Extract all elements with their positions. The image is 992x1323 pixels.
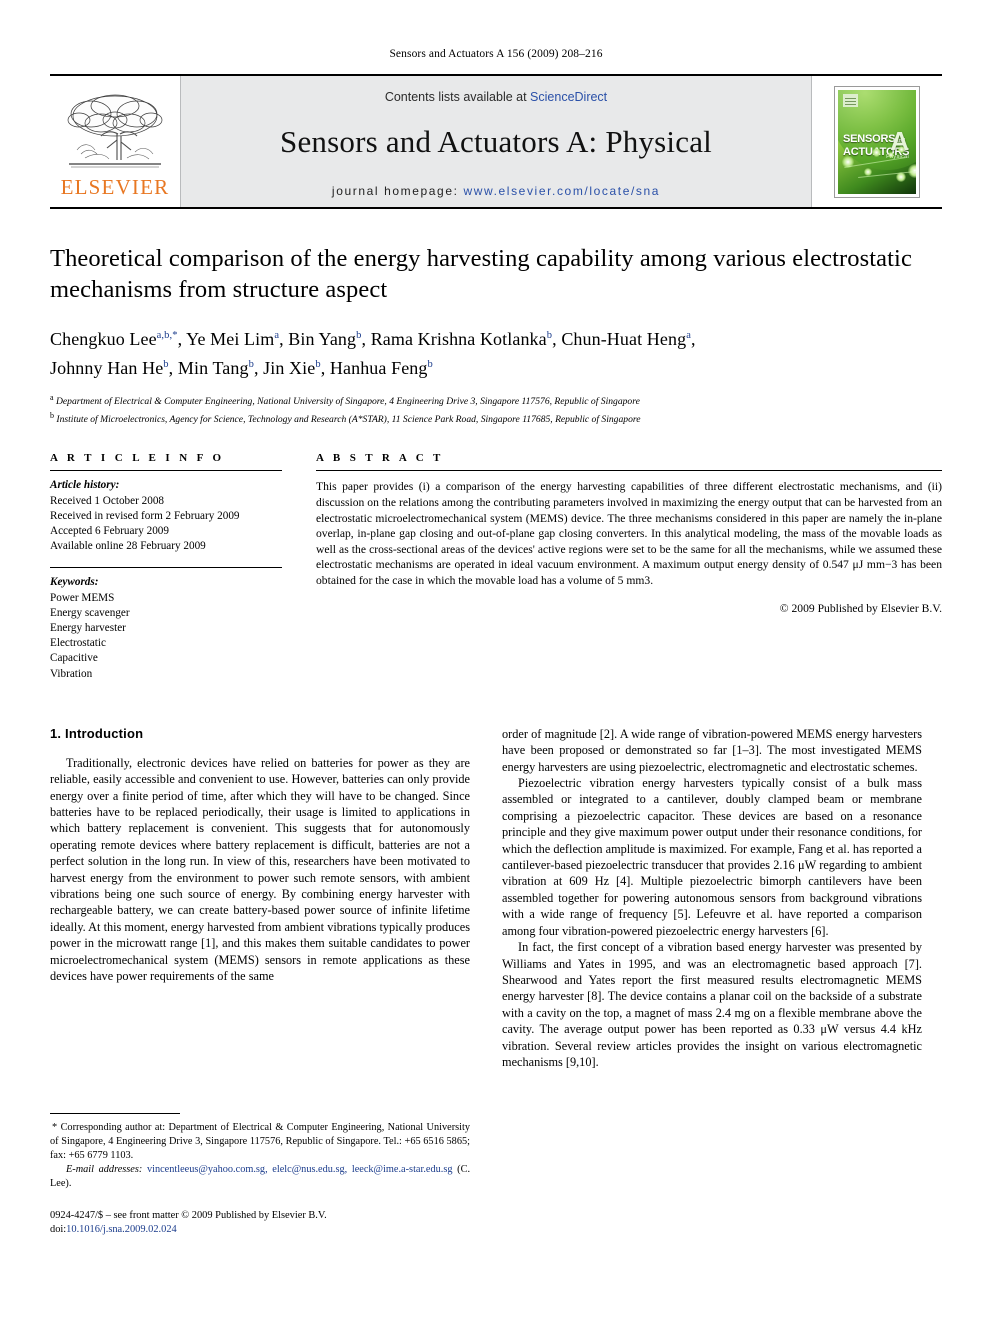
- keywords-block: Keywords: Power MEMS Energy scavenger En…: [50, 567, 282, 681]
- abstract-copyright: © 2009 Published by Elsevier B.V.: [779, 601, 942, 615]
- keyword-item: Vibration: [50, 667, 93, 680]
- footer-issn-doi: 0924-4247/$ – see front matter © 2009 Pu…: [50, 1209, 480, 1237]
- author-affil-mark: b: [248, 359, 254, 370]
- keyword-item: Energy scavenger: [50, 606, 130, 619]
- contents-available-line: Contents lists available at ScienceDirec…: [385, 90, 607, 104]
- body-paragraph: order of magnitude [2]. A wide range of …: [502, 726, 922, 775]
- article-history-block: Article history: Received 1 October 2008…: [50, 471, 282, 554]
- corresponding-author-marker: *: [172, 330, 178, 341]
- paragraph-text: In fact, the first concept of a vibratio…: [502, 940, 922, 1069]
- body-left-column: 1. Introduction Traditionally, electroni…: [50, 726, 470, 1071]
- author-name: Chengkuo Lee: [50, 329, 157, 349]
- corresponding-author-text: Corresponding author at: Department of E…: [50, 1122, 470, 1161]
- affiliation-item: b Institute of Microelectronics, Agency …: [50, 409, 942, 427]
- author-name: Min Tang: [177, 358, 249, 378]
- info-abstract-region: A R T I C L E I N F O Article history: R…: [50, 452, 942, 681]
- corresponding-author-note: * Corresponding author at: Department of…: [50, 1121, 470, 1163]
- title-block: Theoretical comparison of the energy har…: [50, 243, 942, 426]
- body-paragraph: Traditionally, electronic devices have r…: [50, 755, 470, 985]
- author-affil-mark: b: [315, 359, 321, 370]
- email-label: E-mail addresses:: [66, 1164, 143, 1175]
- author-name: Ye Mei Lim: [186, 329, 275, 349]
- paper-page: Sensors and Actuators A 156 (2009) 208–2…: [0, 0, 992, 1323]
- doi-label: doi:: [50, 1224, 67, 1235]
- body-two-column-region: 1. Introduction Traditionally, electroni…: [50, 726, 942, 1071]
- paragraph-text: Traditionally, electronic devices have r…: [50, 755, 470, 984]
- article-history-label: Article history:: [50, 479, 120, 492]
- keyword-item: Capacitive: [50, 652, 98, 665]
- author-name: Johnny Han He: [50, 358, 164, 378]
- history-item: Received in revised form 2 February 2009: [50, 509, 240, 522]
- doi-line: doi:10.1016/j.sna.2009.02.024: [50, 1223, 480, 1237]
- history-item: Available online 28 February 2009: [50, 540, 206, 553]
- author-name: Rama Krishna Kotlanka: [370, 329, 547, 349]
- email-addresses-link[interactable]: vincentleeus@yahoo.com.sg, elelc@nus.edu…: [147, 1164, 453, 1175]
- author-name: Bin Yang: [288, 329, 357, 349]
- email-note: E-mail addresses: vincentleeus@yahoo.com…: [50, 1163, 470, 1191]
- sciencedirect-link[interactable]: ScienceDirect: [530, 90, 607, 104]
- cover-elsevier-mark-icon: [843, 93, 858, 107]
- section-heading-introduction: 1. Introduction: [50, 725, 144, 741]
- author-affil-mark: a: [274, 330, 280, 341]
- paper-title: Theoretical comparison of the energy har…: [50, 245, 912, 303]
- issn-line: 0924-4247/$ – see front matter © 2009 Pu…: [50, 1210, 327, 1221]
- elsevier-wordmark: ELSEVIER: [60, 174, 170, 199]
- affiliation-text: Institute of Microelectronics, Agency fo…: [56, 413, 641, 425]
- author-affil-mark: a: [686, 330, 691, 341]
- journal-cover-thumbnail: SENSORSand ACTUATORS A Physical: [812, 76, 942, 207]
- author-name: Chun-Huat Heng: [561, 329, 687, 349]
- author-affil-mark: b: [356, 330, 362, 341]
- author-name: Hanhua Feng: [329, 358, 428, 378]
- author-affil-mark: a,b,: [156, 330, 173, 341]
- author-list: Chengkuo Leea,b,*, Ye Mei Lima, Bin Yang…: [50, 329, 696, 378]
- history-item: Accepted 6 February 2009: [50, 524, 169, 537]
- masthead-bottom-rule: [50, 207, 942, 209]
- abstract-text: This paper provides (i) a comparison of …: [316, 480, 942, 587]
- abstract-column: A B S T R A C T This paper provides (i) …: [316, 452, 942, 681]
- author-name: Jin Xie: [263, 358, 316, 378]
- cover-frame: SENSORSand ACTUATORS A Physical: [834, 85, 920, 198]
- keyword-item: Electrostatic: [50, 637, 106, 650]
- affiliation-list: a Department of Electrical & Computer En…: [50, 391, 942, 426]
- doi-link[interactable]: 10.1016/j.sna.2009.02.024: [66, 1224, 177, 1235]
- journal-homepage-line: journal homepage: www.elsevier.com/locat…: [332, 184, 660, 198]
- journal-masthead: ELSEVIER Contents lists available at Sci…: [50, 74, 942, 207]
- body-paragraph: Piezoelectric vibration energy harvester…: [502, 775, 922, 939]
- article-info-heading: A R T I C L E I N F O: [50, 452, 225, 465]
- cover-network-graphic: [838, 142, 916, 188]
- affiliation-item: a Department of Electrical & Computer En…: [50, 391, 942, 409]
- body-paragraph: In fact, the first concept of a vibratio…: [502, 939, 922, 1070]
- author-affil-mark: b: [427, 359, 433, 370]
- body-right-column: order of magnitude [2]. A wide range of …: [502, 726, 922, 1071]
- author-affil-mark: b: [546, 330, 553, 341]
- cover-artwork: SENSORSand ACTUATORS A Physical: [838, 89, 916, 194]
- running-head: Sensors and Actuators A 156 (2009) 208–2…: [389, 48, 603, 60]
- affiliation-mark: a: [50, 393, 54, 402]
- footnote-region: * Corresponding author at: Department of…: [50, 1113, 470, 1191]
- journal-title: Sensors and Actuators A: Physical: [280, 123, 712, 159]
- paragraph-text: Piezoelectric vibration energy harvester…: [502, 776, 922, 938]
- abstract-heading: A B S T R A C T: [316, 452, 444, 465]
- masthead-center: Contents lists available at ScienceDirec…: [180, 76, 812, 207]
- keywords-label: Keywords:: [50, 576, 99, 589]
- elsevier-logo: ELSEVIER: [50, 76, 180, 207]
- homepage-url-link[interactable]: www.elsevier.com/locate/sna: [463, 184, 660, 198]
- history-item: Received 1 October 2008: [50, 494, 165, 507]
- article-info-column: A R T I C L E I N F O Article history: R…: [50, 452, 282, 681]
- affiliation-text: Department of Electrical & Computer Engi…: [55, 396, 640, 408]
- homepage-label: journal homepage:: [331, 183, 459, 198]
- elsevier-tree-icon: [67, 94, 163, 167]
- keywords-list: Keywords: Power MEMS Energy scavenger En…: [50, 575, 282, 681]
- paragraph-text: order of magnitude [2]. A wide range of …: [502, 726, 922, 774]
- author-affil-mark: b: [163, 359, 169, 370]
- keyword-item: Power MEMS: [50, 591, 115, 604]
- contents-prefix: Contents lists available at: [384, 89, 531, 104]
- affiliation-mark: b: [50, 410, 54, 420]
- footnote-rule: [50, 1113, 180, 1114]
- keyword-item: Energy harvester: [50, 622, 126, 634]
- footnote-star-marker: *: [52, 1122, 58, 1133]
